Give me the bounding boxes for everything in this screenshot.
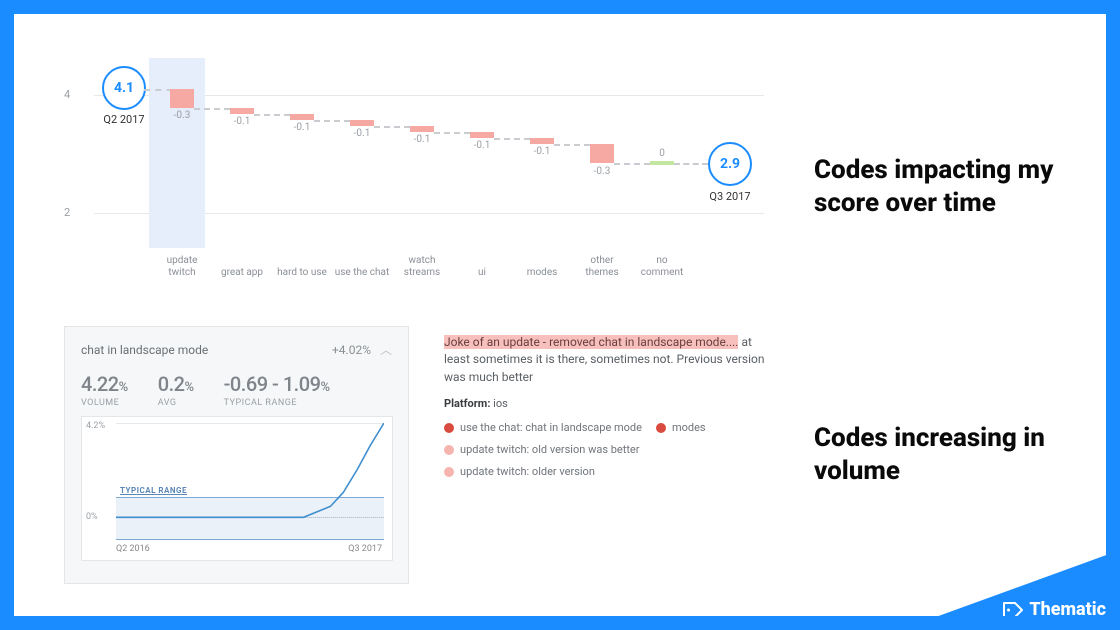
waterfall-delta-8: 0: [637, 148, 687, 159]
waterfall-bar-2: [290, 114, 314, 120]
waterfall-cat-3: use the chat: [334, 267, 390, 279]
waterfall-bar-8: [650, 161, 674, 165]
mini-xlabel-left: Q2 2016: [116, 544, 150, 554]
tag-item[interactable]: update twitch: old version was better: [444, 442, 640, 458]
waterfall-plot-area: 4.1 Q2 2017 -0.3 -0.1 -0.1 -0.1: [94, 58, 764, 248]
tag-dot-icon: [444, 467, 454, 477]
tag-text: modes: [672, 420, 706, 436]
tag-text: update twitch: older version: [460, 464, 595, 480]
waterfall-cat-8: no comment: [634, 255, 690, 278]
stat-volume-label: VOLUME: [81, 398, 128, 408]
feedback-snippet: Joke of an update - removed chat in land…: [444, 334, 774, 480]
waterfall-bar-0: [170, 89, 194, 108]
tag-item[interactable]: modes: [656, 420, 706, 436]
tag-text: update twitch: old version was better: [460, 442, 640, 458]
volume-card-title: chat in landscape mode: [81, 343, 208, 357]
waterfall-delta-3: -0.1: [337, 128, 387, 139]
waterfall-bar-7: [590, 144, 614, 163]
waterfall-cat-0: update twitch: [154, 255, 210, 278]
waterfall-cat-2: hard to use: [274, 267, 330, 279]
slide-frame: 4 2 4.1 Q2 2017 -0.3 -0.1: [0, 0, 1120, 630]
waterfall-end-bubble: 2.9: [708, 142, 752, 186]
waterfall-bar-5: [470, 132, 494, 138]
waterfall-delta-1: -0.1: [217, 116, 267, 127]
mini-ylabel-zero: 0%: [86, 512, 98, 522]
waterfall-cat-6: modes: [514, 267, 570, 279]
tag-item[interactable]: use the chat: chat in landscape mode: [444, 420, 642, 436]
waterfall-end-value: 2.9: [720, 156, 740, 172]
stat-volume: 4.22: [81, 372, 119, 396]
waterfall-cat-7: other themes: [574, 255, 630, 278]
volume-line-chart: 4.2% 0% TYPICAL RANGE Q2 2016 Q3 2017: [81, 416, 393, 561]
waterfall-bar-6: [530, 138, 554, 144]
waterfall-ytick-2: 2: [64, 206, 70, 219]
waterfall-ytick-4: 4: [64, 88, 70, 101]
snippet-highlight: Joke of an update - removed chat in land…: [444, 335, 738, 349]
tag-list: use the chat: chat in landscape mode mod…: [444, 420, 774, 480]
mini-xlabel-right: Q3 2017: [348, 544, 382, 554]
platform-label: Platform:: [444, 397, 490, 410]
stat-avg: 0.2: [158, 372, 185, 396]
stat-avg-label: AVG: [158, 398, 194, 408]
waterfall-start-value: 4.1: [114, 80, 134, 96]
tag-text: use the chat: chat in landscape mode: [460, 420, 642, 436]
waterfall-delta-5: -0.1: [457, 140, 507, 151]
section-heading-volume: Codes increasing in volume: [814, 422, 1084, 487]
tag-item[interactable]: update twitch: older version: [444, 464, 595, 480]
tag-dot-icon: [444, 445, 454, 455]
waterfall-end-label: Q3 2017: [695, 190, 765, 203]
volume-card-delta: +4.02%: [332, 343, 371, 357]
stat-range-label: TYPICAL RANGE: [224, 398, 330, 408]
waterfall-delta-6: -0.1: [517, 146, 567, 157]
waterfall-delta-2: -0.1: [277, 122, 327, 133]
waterfall-delta-4: -0.1: [397, 134, 447, 145]
waterfall-start-label: Q2 2017: [89, 113, 159, 126]
chevron-up-icon[interactable]: ︿: [380, 343, 392, 357]
stat-range: -0.69 - 1.09: [224, 372, 321, 396]
tag-dot-icon: [444, 423, 454, 433]
mini-line-path: [116, 423, 384, 539]
waterfall-bar-1: [230, 108, 254, 114]
platform-value: ios: [493, 397, 508, 410]
waterfall-chart: 4 2 4.1 Q2 2017 -0.3 -0.1: [64, 58, 764, 278]
waterfall-delta-7: -0.3: [577, 166, 627, 177]
mini-ylabel-top: 4.2%: [86, 421, 105, 431]
waterfall-cat-1: great app: [214, 267, 270, 279]
volume-card[interactable]: chat in landscape mode +4.02% ︿ 4.22% VO…: [64, 326, 409, 584]
waterfall-start-bubble: 4.1: [102, 66, 146, 110]
section-heading-impact: Codes impacting my score over time: [814, 154, 1084, 219]
waterfall-bar-4: [410, 126, 434, 132]
tag-dot-icon: [656, 423, 666, 433]
waterfall-cat-5: ui: [454, 267, 510, 279]
waterfall-bar-3: [350, 120, 374, 126]
waterfall-cat-4: watch streams: [394, 255, 450, 278]
waterfall-delta-0: -0.3: [157, 110, 207, 121]
